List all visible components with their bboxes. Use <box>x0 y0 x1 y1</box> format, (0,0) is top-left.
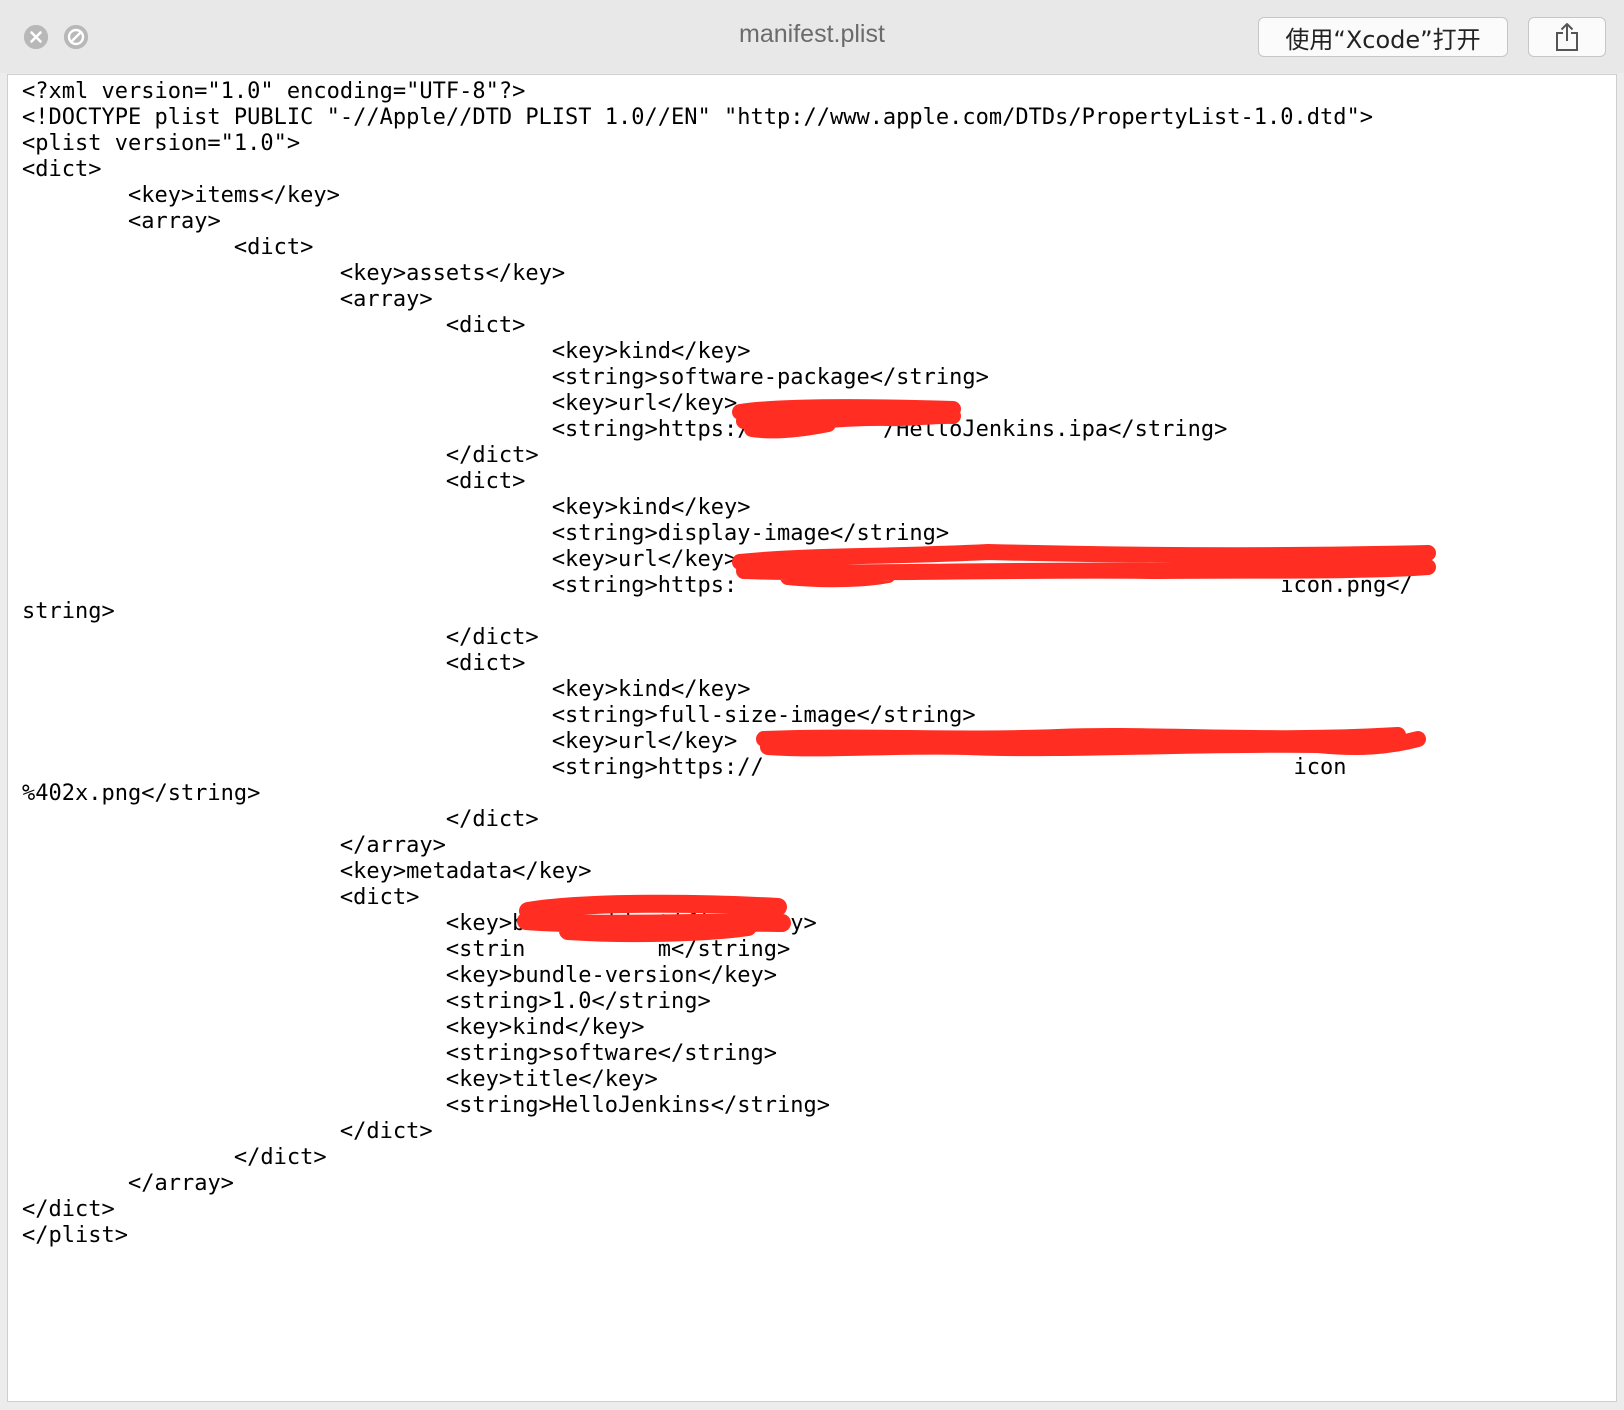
file-preview[interactable]: <?xml version="1.0" encoding="UTF-8"?> <!… <box>7 74 1617 1402</box>
code-line: <key>items</key> <box>22 183 340 208</box>
code-line: <string>display-image</string> <box>22 521 950 546</box>
code-line: %402x.png</string> <box>22 781 261 806</box>
code-line: <dict> <box>22 469 526 494</box>
minimize-icon <box>64 25 88 49</box>
code-line: </plist> <box>22 1223 128 1248</box>
code-line: <key>url</key> <box>22 391 738 416</box>
code-line: <key>url</key> <box>22 729 738 754</box>
code-line: <string>https:// icon <box>22 755 1347 780</box>
code-line: <key>kind</key> <box>22 677 751 702</box>
code-line: <string>full-size-image</string> <box>22 703 976 728</box>
code-line: </dict> <box>22 807 539 832</box>
code-line: </dict> <box>22 1119 433 1144</box>
code-line: <key>kind</key> <box>22 339 751 364</box>
close-button[interactable] <box>24 25 48 49</box>
code-line: <string>HelloJenkins</string> <box>22 1093 830 1118</box>
share-icon <box>1556 23 1578 51</box>
code-line: <plist version="1.0"> <box>22 131 301 156</box>
code-line: <dict> <box>22 885 420 910</box>
code-line: <key>assets</key> <box>22 261 566 286</box>
code-line: <array> <box>22 209 221 234</box>
code-line: <strin m</string> <box>22 937 791 962</box>
code-line: <!DOCTYPE plist PUBLIC "-//Apple//DTD PL… <box>22 105 1374 130</box>
share-button[interactable] <box>1528 17 1606 57</box>
code-line: <key>kind</key> <box>22 1015 645 1040</box>
code-line: <key>bundle-version</key> <box>22 963 777 988</box>
code-line: <dict> <box>22 157 102 182</box>
code-line: <string>software-package</string> <box>22 365 989 390</box>
code-line: <dict> <box>22 651 526 676</box>
code-line: </dict> <box>22 1145 327 1170</box>
code-line: <key>bundle-identifier</key> <box>22 911 817 936</box>
code-line: <string>software</string> <box>22 1041 777 1066</box>
fullscreen-button[interactable] <box>64 25 88 49</box>
code-line: <dict> <box>22 313 526 338</box>
code-line: </array> <box>22 833 446 858</box>
title-bar: manifest.plist 使用“Xcode”打开 <box>0 0 1624 73</box>
code-line: <key>kind</key> <box>22 495 751 520</box>
code-line: <key>title</key> <box>22 1067 658 1092</box>
code-line: <key>metadata</key> <box>22 859 592 884</box>
code-line: </dict> <box>22 1197 115 1222</box>
code-line: <key>url</key> <box>22 547 738 572</box>
code-line: </dict> <box>22 443 539 468</box>
code-line: </array> <box>22 1171 234 1196</box>
code-text: <?xml version="1.0" encoding="UTF-8"?> <!… <box>22 79 1413 1249</box>
code-line: <string>https: icon.png</ <box>22 573 1413 598</box>
code-line: <string>1.0</string> <box>22 989 711 1014</box>
code-line: </dict> <box>22 625 539 650</box>
code-line: <array> <box>22 287 433 312</box>
close-icon <box>24 25 48 49</box>
quicklook-window: manifest.plist 使用“Xcode”打开 <?xml version… <box>0 0 1624 1410</box>
open-with-xcode-button[interactable]: 使用“Xcode”打开 <box>1258 17 1508 57</box>
code-line: <string>https:/ /HelloJenkins.ipa</strin… <box>22 417 1228 442</box>
code-line: <dict> <box>22 235 314 260</box>
code-line: string> <box>22 599 115 624</box>
code-line: <?xml version="1.0" encoding="UTF-8"?> <box>22 79 526 104</box>
